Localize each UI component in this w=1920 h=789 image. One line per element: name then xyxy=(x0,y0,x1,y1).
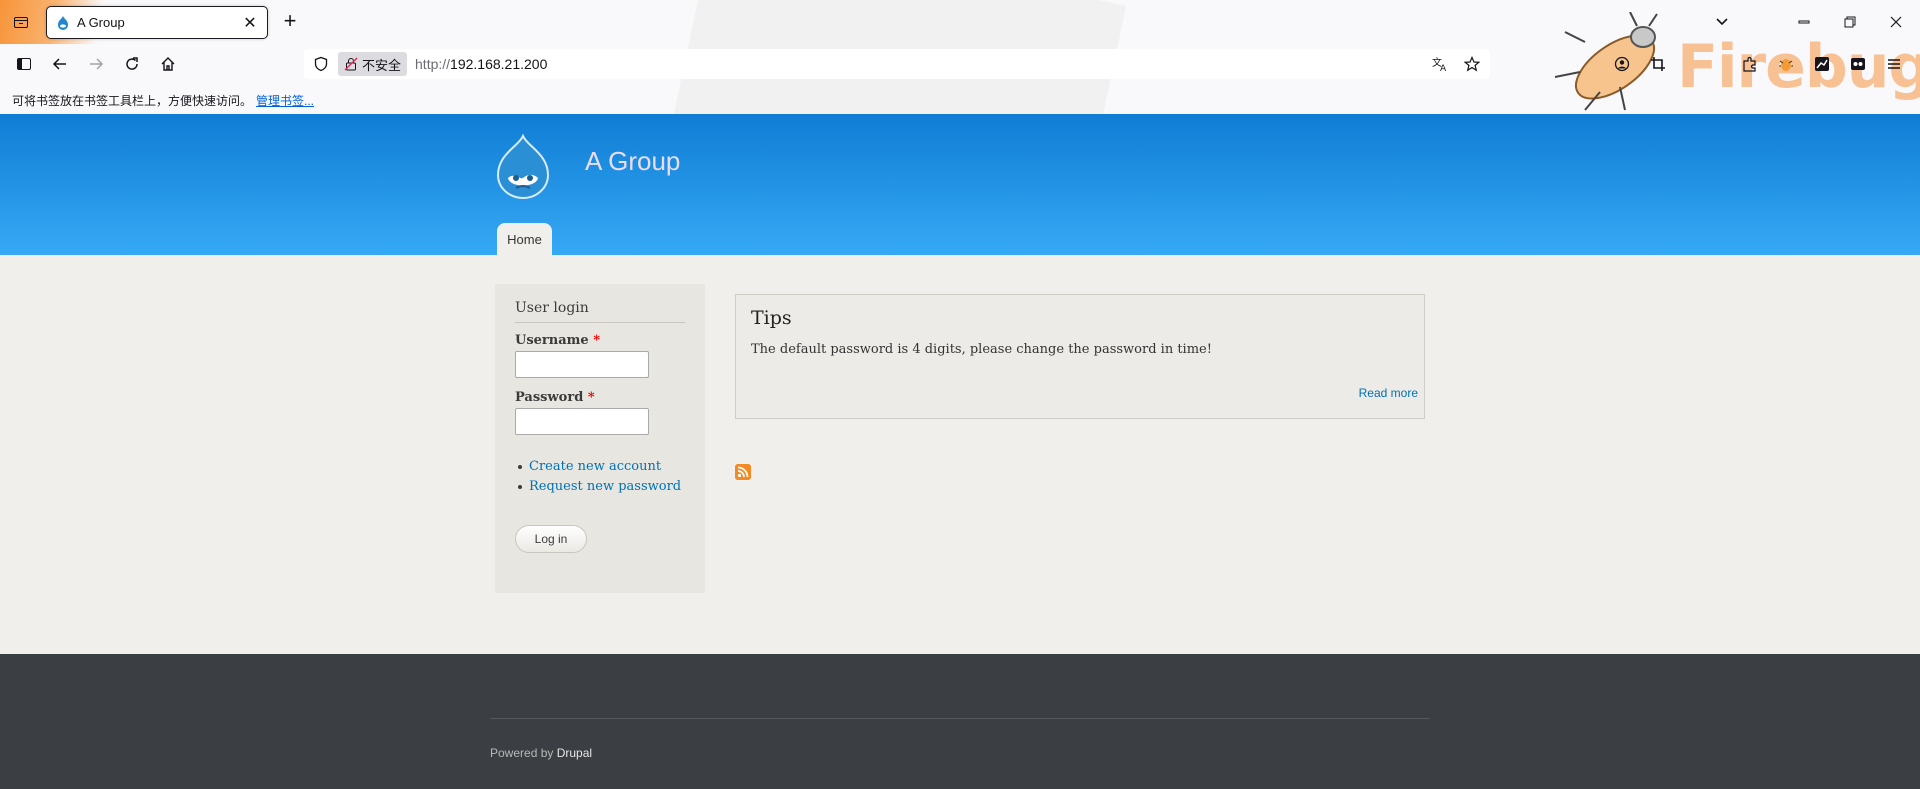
forward-arrow-icon[interactable] xyxy=(84,52,108,76)
minimize-icon[interactable] xyxy=(1790,8,1818,36)
url-protocol: http:// xyxy=(415,56,451,72)
account-icon[interactable] xyxy=(1610,52,1634,76)
manage-bookmarks-link[interactable]: 管理书签... xyxy=(256,92,314,109)
tracking-shield-icon[interactable] xyxy=(310,53,332,75)
back-arrow-icon[interactable] xyxy=(48,52,72,76)
tab-list-icon[interactable] xyxy=(8,9,34,35)
sidebar-toggle-icon[interactable] xyxy=(12,52,36,76)
drupal-link[interactable]: Drupal xyxy=(557,746,592,760)
translate-icon[interactable]: 文A xyxy=(1428,52,1452,76)
mask-extension-icon[interactable] xyxy=(1846,52,1870,76)
rss-feed-icon[interactable] xyxy=(735,464,751,480)
extension-toolbar xyxy=(1610,52,1906,76)
request-password-link[interactable]: Request new password xyxy=(529,477,681,497)
close-window-icon[interactable] xyxy=(1882,8,1910,36)
svg-text:A: A xyxy=(1440,64,1447,72)
article-title[interactable]: Tips xyxy=(751,307,1409,329)
create-account-link[interactable]: Create new account xyxy=(529,457,661,477)
account-links: Create new account Request new password xyxy=(515,457,685,497)
site-header: A Group Home xyxy=(0,114,1920,255)
new-tab-button[interactable]: + xyxy=(278,10,302,34)
url-bar[interactable]: 不安全 http://192.168.21.200 文A xyxy=(304,49,1490,79)
login-button[interactable]: Log in xyxy=(515,525,587,553)
extensions-puzzle-icon[interactable] xyxy=(1738,52,1762,76)
login-block-title: User login xyxy=(515,300,685,323)
tips-article: Tips The default password is 4 digits, p… xyxy=(735,294,1425,419)
bookmarks-toolbar: 可将书签放在书签工具栏上，方便快速访问。 管理书签... xyxy=(0,88,1920,112)
nav-tab-home[interactable]: Home xyxy=(497,223,552,255)
insecure-lock-icon xyxy=(344,57,358,71)
restore-icon[interactable] xyxy=(1836,8,1864,36)
footer-divider xyxy=(490,718,1430,719)
firebug-bug-icon[interactable] xyxy=(1774,52,1798,76)
drupal-logo-icon[interactable] xyxy=(494,134,552,200)
password-field[interactable] xyxy=(515,408,649,435)
site-name[interactable]: A Group xyxy=(585,146,680,177)
list-item: Request new password xyxy=(515,477,685,497)
username-label: Username * xyxy=(515,333,601,348)
tab-bar: A Group ✕ + xyxy=(0,0,1920,44)
url-text[interactable]: http://192.168.21.200 xyxy=(415,56,547,72)
reload-icon[interactable] xyxy=(120,52,144,76)
required-marker: * xyxy=(593,333,601,348)
hamburger-menu-icon[interactable] xyxy=(1882,52,1906,76)
site-footer: Powered by Drupal xyxy=(0,654,1920,789)
powered-by-text: Powered by Drupal xyxy=(490,746,593,760)
crop-icon[interactable] xyxy=(1646,52,1670,76)
user-login-block: User login Username * Password * Create … xyxy=(495,284,705,593)
drupal-favicon-icon xyxy=(58,15,68,30)
bookmark-star-icon[interactable] xyxy=(1460,52,1484,76)
required-marker: * xyxy=(587,390,595,405)
read-more-link[interactable]: Read more xyxy=(1359,386,1418,400)
username-field[interactable] xyxy=(515,351,649,378)
close-tab-icon[interactable]: ✕ xyxy=(241,14,259,32)
active-tab[interactable]: A Group ✕ xyxy=(46,6,268,39)
insecure-label: 不安全 xyxy=(362,57,402,73)
browser-chrome: A Group ✕ + 不安全 http://192.168.21.200 文 … xyxy=(0,0,1920,114)
chart-extension-icon[interactable] xyxy=(1810,52,1834,76)
connection-insecure-badge[interactable]: 不安全 xyxy=(338,52,408,76)
article-body: The default password is 4 digits, please… xyxy=(751,342,1212,357)
list-item: Create new account xyxy=(515,457,685,477)
chevron-down-icon[interactable] xyxy=(1712,12,1732,32)
home-icon[interactable] xyxy=(156,52,180,76)
password-label: Password * xyxy=(515,390,595,405)
url-host: 192.168.21.200 xyxy=(450,56,548,72)
bookmark-hint-text: 可将书签放在书签工具栏上，方便快速访问。 xyxy=(12,93,253,108)
tab-title: A Group xyxy=(77,15,125,30)
